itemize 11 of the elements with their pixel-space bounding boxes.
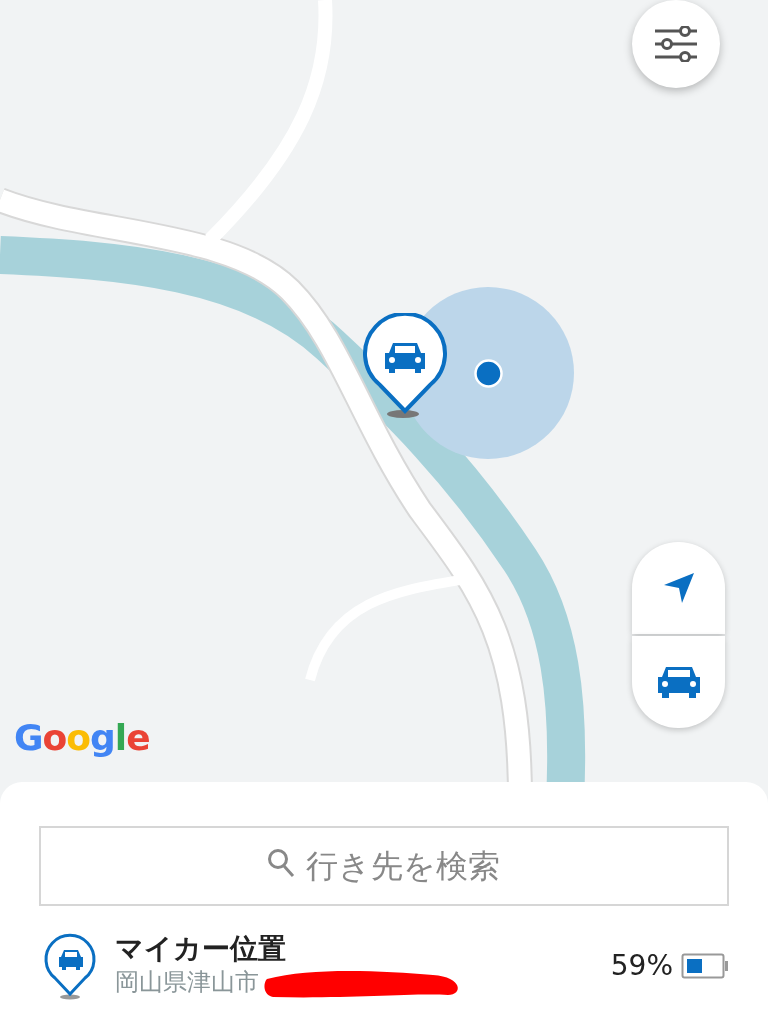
search-field[interactable]: 行き先を検索 (39, 826, 729, 906)
sliders-icon (655, 26, 697, 62)
search-icon (267, 848, 295, 878)
battery-percentage: 59% (610, 948, 673, 984)
vehicle-title: マイカー位置 (115, 932, 287, 966)
car-pin-icon[interactable] (360, 313, 450, 419)
battery-icon (681, 953, 729, 979)
vehicle-address: 岡山県津山市 (115, 967, 259, 997)
car-icon (655, 665, 702, 699)
car-location-button[interactable] (632, 636, 725, 728)
google-logo: Google (14, 718, 150, 758)
